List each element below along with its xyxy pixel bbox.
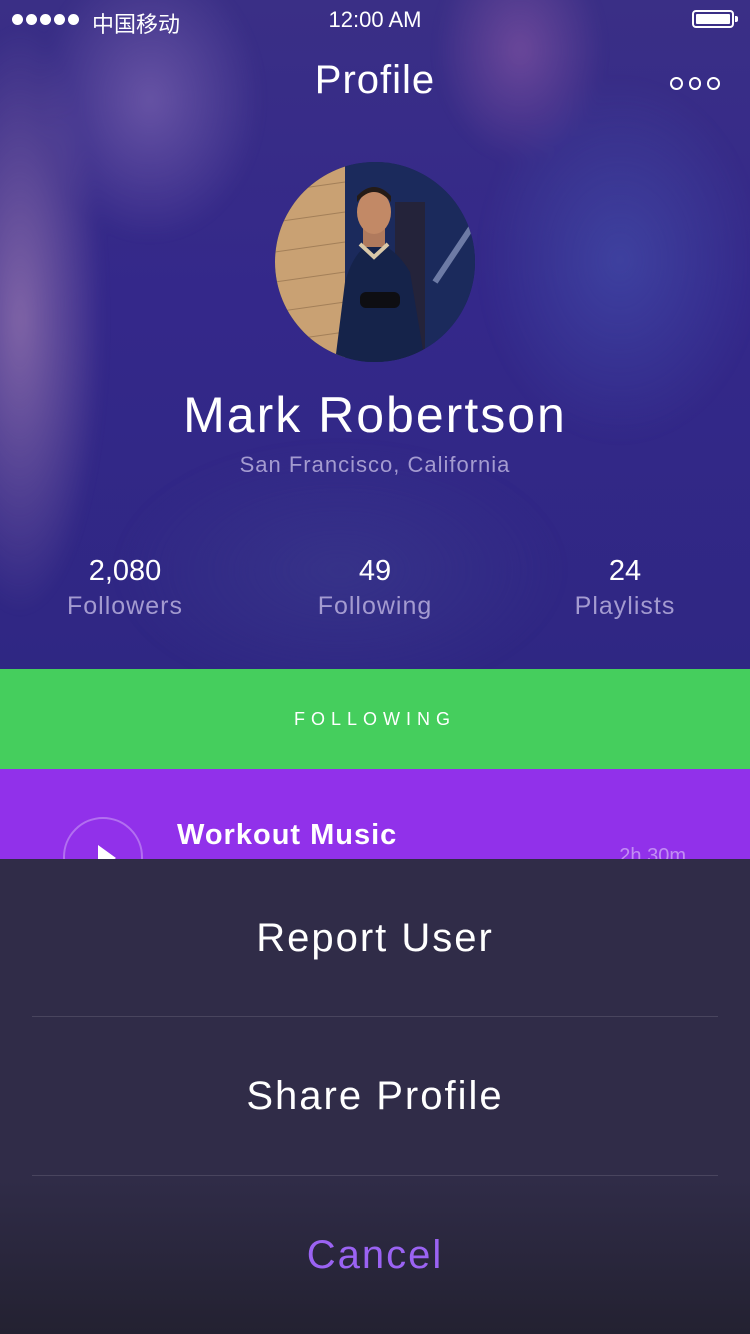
stat-value: 49 (358, 555, 392, 587)
stat-label: Following (317, 592, 433, 620)
play-icon (98, 845, 116, 859)
action-sheet: Report User Share Profile Cancel (0, 859, 750, 1334)
page-title: Profile (314, 58, 436, 102)
stat-value: 24 (608, 555, 642, 587)
report-user-button[interactable]: Report User (0, 859, 750, 1017)
battery-icon (692, 10, 738, 28)
stat-label: Playlists (574, 592, 676, 620)
playlist-item[interactable]: Workout Music 2h 30m (0, 769, 750, 859)
more-dots-icon (670, 76, 683, 90)
status-time: 12:00 AM (328, 7, 422, 32)
following-button[interactable]: FOLLOWING (0, 669, 750, 769)
share-profile-button[interactable]: Share Profile (0, 1017, 750, 1175)
stat-following[interactable]: 49 Following (250, 555, 500, 621)
stat-followers[interactable]: 2,080 Followers (0, 555, 250, 621)
playlist-duration: 2h 30m (619, 845, 686, 859)
play-button[interactable] (63, 817, 143, 859)
stat-label: Followers (67, 592, 183, 620)
cancel-area: Cancel (0, 1176, 750, 1334)
profile-name: Mark Robertson (183, 387, 567, 443)
cancel-button[interactable]: Cancel (0, 1176, 750, 1334)
profile-location: San Francisco, California (239, 452, 511, 477)
playlist-title: Workout Music (177, 819, 398, 851)
avatar (275, 162, 475, 362)
profile-stats: 2,080 Followers 49 Following 24 Playlist… (0, 555, 750, 635)
avatar-photo (275, 162, 475, 362)
stat-value: 2,080 (88, 555, 162, 587)
more-options-button[interactable] (670, 70, 721, 96)
status-bar: 中国移动 12:00 AM (0, 0, 750, 40)
stat-playlists[interactable]: 24 Playlists (500, 555, 750, 621)
